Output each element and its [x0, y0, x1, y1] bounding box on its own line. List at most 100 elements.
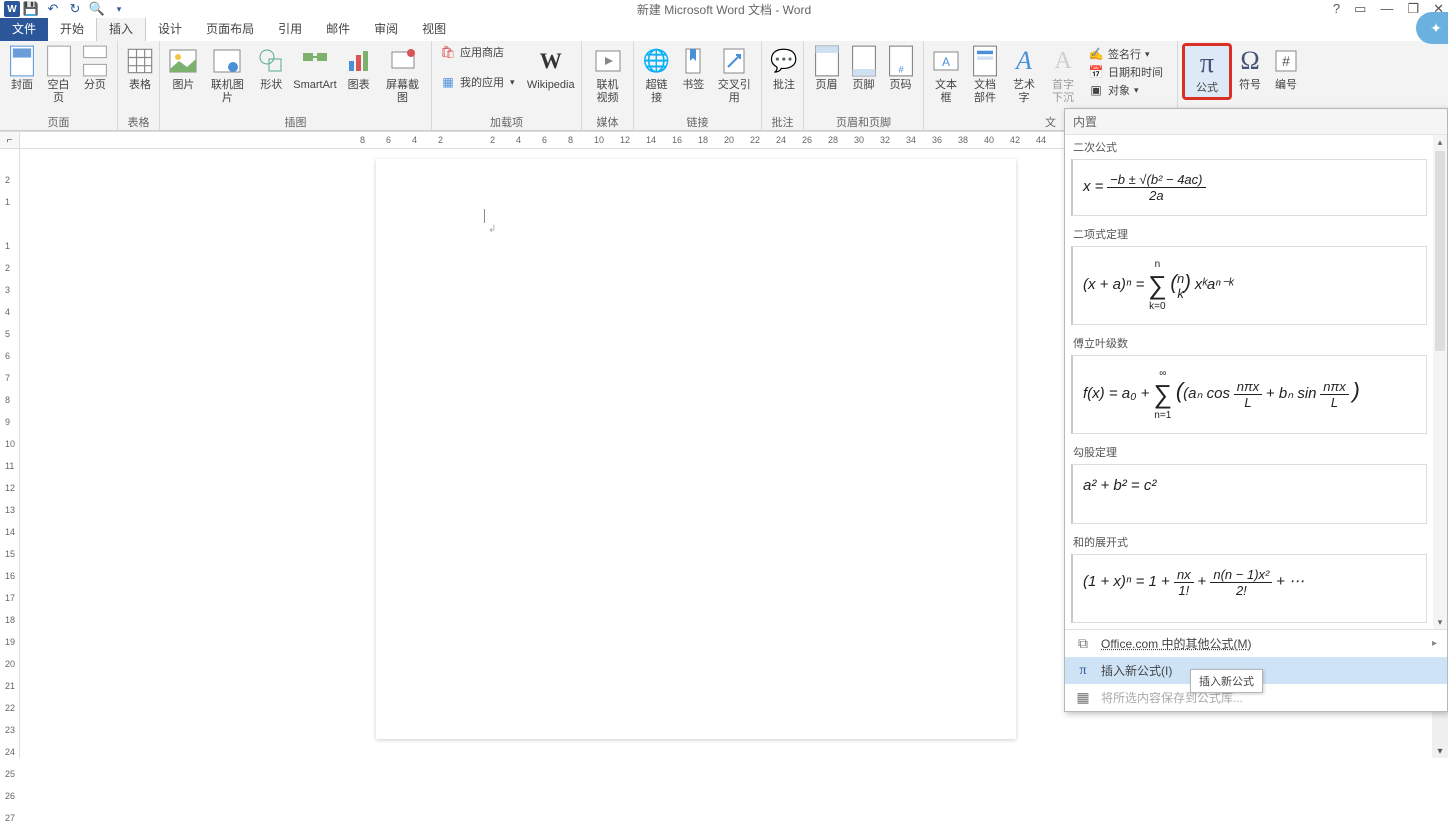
formula-pythag[interactable]: a² + b² = c²	[1071, 464, 1427, 524]
page-break-button[interactable]: 分页	[77, 43, 113, 94]
group-links: 🌐超链接 书签 交叉引用 链接	[634, 41, 762, 130]
datetime-icon: 📅	[1088, 64, 1104, 80]
crossref-button[interactable]: 交叉引用	[711, 43, 757, 107]
my-apps-button[interactable]: ▦我的应用▾	[436, 73, 519, 91]
online-pictures-button[interactable]: 联机图片	[203, 43, 252, 107]
formula-fourier[interactable]: f(x) = a₀ + ∞∑n=1 ((aₙ cos nπxL + bₙ sin…	[1071, 355, 1427, 434]
document-page[interactable]: ↲	[376, 159, 1016, 739]
comment-button[interactable]: 💬批注	[766, 43, 802, 94]
bookmark-icon	[677, 45, 709, 77]
section-fourier: 傅立叶级数	[1065, 331, 1433, 355]
save-icon[interactable]: 💾	[20, 0, 42, 18]
footer-icon	[848, 45, 880, 77]
equation-button[interactable]: π公式	[1182, 43, 1232, 100]
svg-text:A: A	[942, 55, 950, 69]
quickparts-button[interactable]: 文档部件	[964, 43, 1006, 107]
tab-layout[interactable]: 页面布局	[194, 16, 266, 41]
signature-line-button[interactable]: ✍签名行▾	[1084, 45, 1167, 63]
object-button[interactable]: ▣对象▾	[1084, 81, 1167, 99]
more-equations-online[interactable]: ⧉ Office.com 中的其他公式(M) ▸	[1065, 630, 1447, 657]
bookmark-button[interactable]: 书签	[675, 43, 711, 94]
scroll-down-icon[interactable]: ▾	[1432, 744, 1448, 758]
wordart-button[interactable]: A艺术字	[1006, 43, 1042, 107]
tab-home[interactable]: 开始	[48, 16, 96, 41]
myapps-icon: ▦	[440, 74, 456, 90]
textbox-icon: A	[930, 45, 962, 77]
title-bar: W 💾 ↶ ↻ 🔍 ▾ 新建 Microsoft Word 文档 - Word …	[0, 0, 1448, 18]
formula-quadratic[interactable]: x = −b ± √(b² − 4ac)2a	[1071, 159, 1427, 216]
shapes-button[interactable]: 形状	[252, 43, 291, 94]
dropcap-button[interactable]: A首字下沉	[1042, 43, 1084, 107]
word-app-icon[interactable]: W	[4, 1, 20, 17]
chart-button[interactable]: 图表	[339, 43, 378, 94]
save-selection-icon: ▦	[1075, 690, 1091, 706]
gallery-scroll-down-icon[interactable]: ▾	[1433, 615, 1447, 629]
crossref-icon	[718, 45, 750, 77]
text-cursor	[484, 209, 485, 223]
gallery-scrollbar[interactable]: ▴ ▾	[1433, 135, 1447, 629]
screenshot-button[interactable]: 屏幕截图	[378, 43, 427, 107]
quickparts-icon	[969, 45, 1001, 77]
dropcap-icon: A	[1047, 45, 1079, 77]
number-button[interactable]: #编号	[1268, 43, 1304, 94]
minimize-button[interactable]: —	[1380, 1, 1393, 17]
group-label-illustrations: 插图	[160, 114, 431, 130]
group-label-links: 链接	[634, 114, 761, 130]
pagenum-button[interactable]: #页码	[882, 43, 919, 94]
symbol-button[interactable]: Ω符号	[1232, 43, 1268, 94]
smartart-button[interactable]: SmartArt	[291, 43, 339, 94]
discover-badge-icon[interactable]: ✦	[1416, 12, 1448, 44]
blank-page-button[interactable]: 空白页	[40, 43, 77, 107]
equation-dropdown-header: 内置	[1065, 109, 1447, 135]
vertical-ruler[interactable]: 2112345678910111213141516171819202122232…	[0, 149, 20, 758]
tab-file[interactable]: 文件	[0, 16, 48, 41]
tab-mailings[interactable]: 邮件	[314, 16, 362, 41]
tab-insert[interactable]: 插入	[96, 15, 146, 41]
tab-view[interactable]: 视图	[410, 16, 458, 41]
cover-page-button[interactable]: 封面	[4, 43, 40, 94]
formula-expansion[interactable]: (1 + x)ⁿ = 1 + nx1! + n(n − 1)x²2! + ⋯	[1071, 554, 1427, 623]
cover-page-icon	[6, 45, 38, 77]
group-headerfooter: 页眉 页脚 #页码 页眉和页脚	[804, 41, 924, 130]
group-label-headerfooter: 页眉和页脚	[804, 114, 923, 130]
table-icon	[124, 45, 156, 77]
object-icon: ▣	[1088, 82, 1104, 98]
gallery-scroll-up-icon[interactable]: ▴	[1433, 135, 1447, 149]
restore-button[interactable]: ❐	[1407, 1, 1419, 17]
textbox-button[interactable]: A文本框	[928, 43, 964, 107]
smartart-icon	[299, 45, 331, 77]
header-button[interactable]: 页眉	[808, 43, 845, 94]
quick-access-toolbar: W 💾 ↶ ↻ 🔍 ▾	[0, 0, 130, 18]
ribbon-display-button[interactable]: ▭	[1354, 1, 1366, 17]
table-button[interactable]: 表格	[122, 43, 158, 94]
pictures-button[interactable]: 图片	[164, 43, 203, 94]
paragraph-mark-icon: ↲	[488, 224, 496, 235]
print-preview-icon[interactable]: 🔍	[86, 0, 108, 18]
datetime-button[interactable]: 📅日期和时间	[1084, 63, 1167, 81]
equation-gallery: 二次公式 x = −b ± √(b² − 4ac)2a 二项式定理 (x + a…	[1065, 135, 1447, 629]
number-icon: #	[1270, 45, 1302, 77]
footer-button[interactable]: 页脚	[845, 43, 882, 94]
hyperlink-button[interactable]: 🌐超链接	[638, 43, 675, 107]
qat-customize-icon[interactable]: ▾	[108, 0, 130, 18]
wikipedia-icon: W	[535, 45, 567, 77]
app-store-button[interactable]: 🛍应用商店	[436, 43, 519, 61]
group-label-tables: 表格	[118, 114, 159, 130]
redo-icon[interactable]: ↻	[64, 0, 86, 18]
video-icon	[592, 45, 624, 77]
group-label-comments: 批注	[762, 114, 803, 130]
tab-references[interactable]: 引用	[266, 16, 314, 41]
gallery-scroll-thumb[interactable]	[1435, 151, 1445, 351]
help-button[interactable]: ?	[1333, 1, 1340, 17]
pictures-icon	[167, 45, 199, 77]
tab-design[interactable]: 设计	[146, 16, 194, 41]
undo-icon[interactable]: ↶	[42, 0, 64, 18]
signature-icon: ✍	[1088, 46, 1104, 62]
tab-review[interactable]: 审阅	[362, 16, 410, 41]
formula-binomial[interactable]: (x + a)ⁿ = n∑k=0 (nk) xᵏaⁿ⁻ᵏ	[1071, 246, 1427, 325]
online-video-button[interactable]: 联机视频	[586, 43, 629, 107]
svg-text:#: #	[1282, 53, 1290, 69]
ribbon-tabs: 文件 开始 插入 设计 页面布局 引用 邮件 审阅 视图	[0, 18, 1448, 41]
wikipedia-button[interactable]: WWikipedia	[525, 43, 577, 94]
pi-small-icon: π	[1075, 663, 1091, 679]
